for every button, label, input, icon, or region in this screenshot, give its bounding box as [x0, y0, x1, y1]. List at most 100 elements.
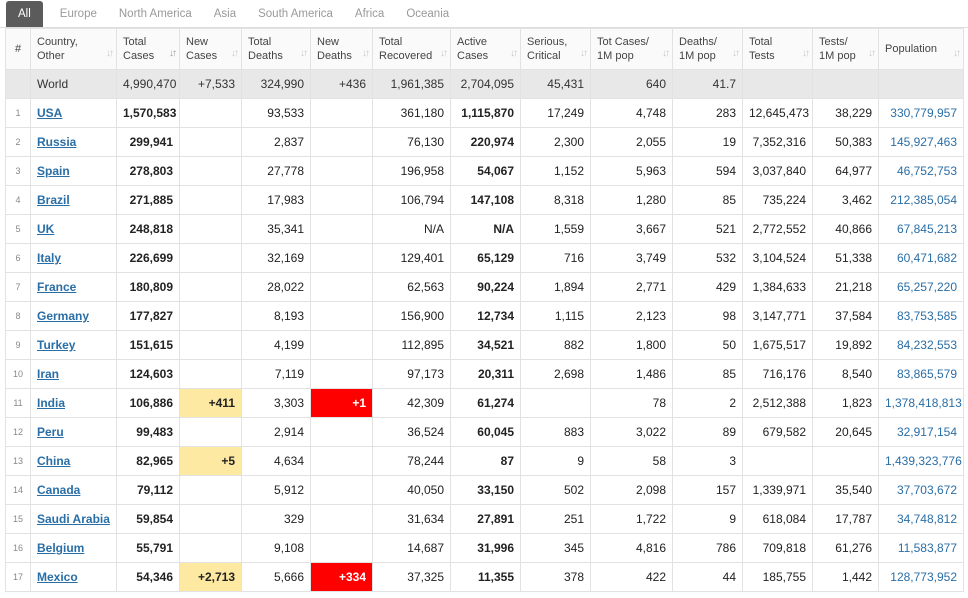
new-cases-cell: +2,713 [179, 562, 242, 592]
country-link[interactable]: Turkey [37, 338, 75, 352]
data-cell: 3,037,840 [742, 156, 813, 186]
sort-arrows-icon[interactable]: ↓↑ [868, 47, 876, 61]
data-cell: 709,818 [742, 533, 813, 563]
country-link[interactable]: Italy [37, 251, 61, 265]
sort-arrows-icon[interactable]: ↓↑ [662, 47, 670, 61]
data-cell: 27,778 [241, 156, 311, 186]
column-header[interactable]: Total Tests ↓↑ [742, 28, 813, 70]
sort-arrows-icon[interactable]: ↓↑ [510, 47, 518, 61]
column-header[interactable]: Total Deaths ↓↑ [241, 28, 311, 70]
tab-all[interactable]: All [6, 1, 43, 27]
country-link[interactable]: USA [37, 106, 62, 120]
country-link[interactable]: France [37, 280, 76, 294]
country-link[interactable]: UK [37, 222, 54, 236]
column-header[interactable]: Total Cases ↓↑ [116, 28, 180, 70]
data-cell: 12,734 [450, 301, 521, 331]
sort-arrows-icon[interactable]: ↓↑ [300, 47, 308, 61]
data-cell: 4,634 [241, 446, 311, 476]
data-cell [310, 185, 373, 215]
data-cell [179, 417, 242, 447]
data-cell [179, 301, 242, 331]
data-cell: 31,996 [450, 533, 521, 563]
column-header[interactable]: Tot Cases/ 1M pop ↓↑ [590, 28, 673, 70]
sort-arrows-icon[interactable]: ↓↑ [580, 47, 588, 61]
column-header[interactable]: Active Cases ↓↑ [450, 28, 521, 70]
data-cell: 1,559 [520, 214, 591, 244]
country-link[interactable]: Canada [37, 483, 80, 497]
data-cell: 12,645,473 [742, 98, 813, 128]
country-cell: Saudi Arabia [30, 504, 117, 534]
population-cell: 128,773,952 [878, 562, 964, 592]
data-cell: 278,803 [116, 156, 180, 186]
data-cell: 3 [672, 446, 743, 476]
row-index: 5 [5, 214, 31, 244]
data-cell: 157 [672, 475, 743, 505]
data-cell: 79,112 [116, 475, 180, 505]
column-header[interactable]: Total Recovered ↓↑ [372, 28, 451, 70]
data-cell: 98 [672, 301, 743, 331]
table-row: 5 UK 248,818 35,341 N/A N/A 1,559 3,667 521 2,772… [5, 214, 964, 244]
data-cell [179, 243, 242, 273]
country-link[interactable]: Saudi Arabia [37, 512, 110, 526]
tab-north-america[interactable]: North America [108, 1, 203, 27]
table-header: # Country, Other ↓↑ Total Cases ↓↑ New Cases ↓… [5, 28, 964, 70]
data-cell: 32,169 [241, 243, 311, 273]
data-cell: 99,483 [116, 417, 180, 447]
column-header[interactable]: Deaths/ 1M pop ↓↑ [672, 28, 743, 70]
country-link[interactable]: Mexico [37, 570, 78, 584]
sort-arrows-icon[interactable]: ↓↑ [440, 47, 448, 61]
column-header[interactable]: New Deaths ↓↑ [310, 28, 373, 70]
column-header-label: Total Cases [123, 36, 155, 62]
table-row: 8 Germany 177,827 8,193 156,900 12,734 1,115 2,… [5, 301, 964, 331]
country-link[interactable]: Russia [37, 135, 76, 149]
data-cell: 248,818 [116, 214, 180, 244]
column-header[interactable]: Population ↓↑ [878, 28, 964, 70]
sort-arrows-icon[interactable]: ↓↑ [802, 47, 810, 61]
population-cell: 34,748,812 [878, 504, 964, 534]
country-link[interactable]: India [37, 396, 65, 410]
data-cell: 40,050 [372, 475, 451, 505]
column-header[interactable]: Serious, Critical ↓↑ [520, 28, 591, 70]
tab-south-america[interactable]: South America [247, 1, 344, 27]
population-cell: 145,927,463 [878, 127, 964, 157]
tab-oceania[interactable]: Oceania [395, 1, 460, 27]
table-row: 3 Spain 278,803 27,778 196,958 54,067 1,152 5,9… [5, 156, 964, 186]
tab-asia[interactable]: Asia [203, 1, 247, 27]
data-cell: 50 [672, 330, 743, 360]
row-index: 13 [5, 446, 31, 476]
data-cell: 151,615 [116, 330, 180, 360]
data-cell: 85 [672, 359, 743, 389]
country-link[interactable]: China [37, 454, 70, 468]
tab-europe[interactable]: Europe [49, 1, 108, 27]
column-header[interactable]: New Cases ↓↑ [179, 28, 242, 70]
country-link[interactable]: Belgium [37, 541, 84, 555]
country-link[interactable]: Spain [37, 164, 70, 178]
country-link[interactable]: Brazil [37, 193, 70, 207]
sort-arrows-icon[interactable]: ↓↑ [362, 47, 370, 61]
data-cell: N/A [372, 214, 451, 244]
sort-arrows-icon[interactable]: ↓↑ [231, 47, 239, 61]
sort-arrows-icon[interactable]: ↓↑ [953, 47, 961, 61]
sort-arrows-icon[interactable]: ↓↑ [106, 47, 114, 61]
data-cell: 883 [520, 417, 591, 447]
data-cell [310, 243, 373, 273]
column-header[interactable]: Country, Other ↓↑ [30, 28, 117, 70]
data-cell [742, 446, 813, 476]
data-cell [310, 272, 373, 302]
data-cell: 147,108 [450, 185, 521, 215]
sort-arrows-icon[interactable]: ↓↑ [169, 47, 177, 61]
data-cell [310, 98, 373, 128]
data-cell: 1,280 [590, 185, 673, 215]
data-cell: 882 [520, 330, 591, 360]
sort-arrows-icon[interactable]: ↓↑ [732, 47, 740, 61]
country-link[interactable]: Peru [37, 425, 64, 439]
table-row: 16 Belgium 55,791 9,108 14,687 31,996 345 4,816… [5, 533, 964, 563]
data-cell: 61,276 [812, 533, 879, 563]
country-link[interactable]: Iran [37, 367, 59, 381]
country-link[interactable]: Germany [37, 309, 89, 323]
table-row: 7 France 180,809 28,022 62,563 90,224 1,894 2,7… [5, 272, 964, 302]
column-header[interactable]: Tests/ 1M pop ↓↑ [812, 28, 879, 70]
row-index [5, 69, 31, 99]
tab-africa[interactable]: Africa [344, 1, 395, 27]
data-cell: 34,521 [450, 330, 521, 360]
